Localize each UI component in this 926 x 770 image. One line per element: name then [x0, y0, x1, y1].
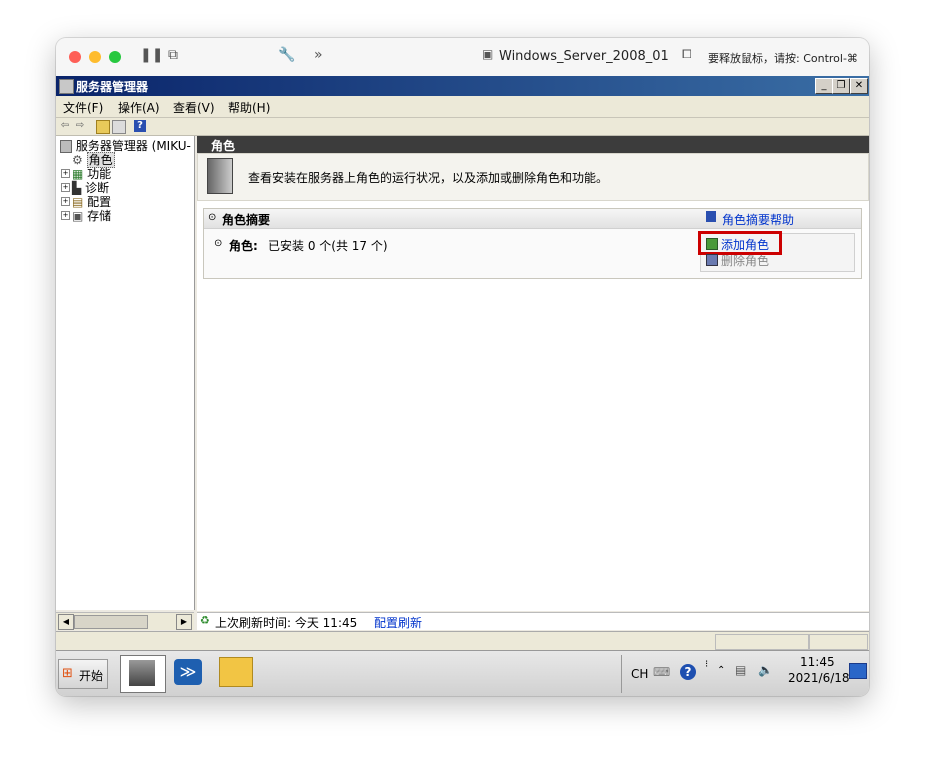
- close-button[interactable]: [69, 51, 81, 63]
- powershell-icon[interactable]: ≫: [174, 659, 202, 685]
- chevrons-right-icon[interactable]: »: [314, 47, 323, 63]
- add-roles-link[interactable]: 添加角色: [721, 236, 769, 253]
- menu-file[interactable]: 文件(F): [63, 99, 103, 116]
- collapse-roles-icon[interactable]: ⊙: [214, 238, 222, 249]
- snapshot-icon[interactable]: ⧉: [168, 47, 178, 63]
- expand-configuration-icon[interactable]: +: [61, 197, 70, 206]
- zoom-button[interactable]: [109, 51, 121, 63]
- wrench-icon[interactable]: 🔧: [278, 47, 295, 63]
- pane-header: 角色: [197, 136, 869, 153]
- remove-roles-link[interactable]: 删除角色: [721, 252, 769, 269]
- menu-help[interactable]: 帮助(H): [228, 99, 270, 116]
- server-manager-icon: [59, 79, 74, 94]
- close-window-button[interactable]: ✕: [850, 78, 868, 94]
- menu-action[interactable]: 操作(A): [118, 99, 160, 116]
- server-manager-window: 服务器管理器 _ ❐ ✕ 文件(F) 操作(A) 查看(V) 帮助(H) ⇦ ⇨…: [56, 76, 869, 696]
- server-roles-icon: [207, 158, 233, 194]
- language-indicator[interactable]: CH: [631, 667, 648, 681]
- roles-status: 已安装 0 个(共 17 个): [268, 239, 388, 253]
- tree-item-storage-label: 存储: [87, 209, 112, 223]
- help-icon[interactable]: ?: [134, 120, 146, 132]
- navigation-tree: 服务器管理器 (MIKU- ⚙ 角色 + ▦ 功能 + ▙ 诊断 + ▤ 配置 …: [56, 136, 195, 610]
- ime-options-icon[interactable]: ⁝: [705, 659, 708, 670]
- up-folder-icon[interactable]: [96, 120, 110, 134]
- collapse-summary-icon[interactable]: ⊙: [208, 212, 216, 223]
- status-panel-2: [809, 634, 868, 650]
- minimize-window-button[interactable]: _: [815, 78, 833, 94]
- release-mouse-hint: 要释放鼠标，请按: Control-⌘: [708, 52, 858, 65]
- roles-summary-title: 角色摘要: [222, 213, 271, 227]
- server-manager-taskbar-icon: [129, 660, 155, 686]
- help-circle-icon[interactable]: ?: [680, 664, 696, 680]
- scroll-right-button[interactable]: ▶: [176, 614, 192, 630]
- show-hide-tree-icon[interactable]: [112, 120, 126, 134]
- taskbar-server-manager[interactable]: [120, 655, 166, 693]
- scroll-thumb[interactable]: [74, 615, 148, 629]
- scroll-left-button[interactable]: ◀: [58, 614, 74, 630]
- show-hidden-icons-icon[interactable]: ⌃: [717, 665, 725, 676]
- roles-description: 查看安装在服务器上角色的运行状况，以及添加或删除角色和功能。: [248, 171, 609, 185]
- vm-title: Windows_Server_2008_01: [499, 49, 669, 64]
- back-arrow-icon[interactable]: ⇦: [59, 120, 71, 132]
- refresh-status-bar: ♻ 上次刷新时间: 今天 11:45 配置刷新: [197, 612, 869, 630]
- keyboard-icon[interactable]: ⌨: [653, 665, 670, 679]
- volume-muted-icon[interactable]: 🔈: [758, 663, 773, 677]
- status-panel-1: [715, 634, 809, 650]
- refresh-icon: ♻: [200, 614, 210, 627]
- menu-view[interactable]: 查看(V): [173, 99, 215, 116]
- menubar: 文件(F) 操作(A) 查看(V) 帮助(H): [56, 96, 869, 118]
- help-book-icon: [706, 211, 716, 222]
- roles-summary-help-link[interactable]: 角色摘要帮助: [722, 211, 794, 228]
- roles-label: 角色:: [229, 239, 258, 253]
- expand-features-icon[interactable]: +: [61, 169, 70, 178]
- configure-refresh-link[interactable]: 配置刷新: [374, 614, 422, 631]
- roles-pane: 角色 查看安装在服务器上角色的运行状况，以及添加或删除角色和功能。 ⊙ 角色摘要…: [197, 136, 869, 611]
- roles-summary-panel: ⊙ 角色摘要 角色摘要帮助 ⊙ 角色: 已安装 0 个(共 17 个) 添加角色…: [203, 208, 862, 279]
- window-title: 服务器管理器: [76, 80, 149, 94]
- add-roles-icon: [706, 238, 718, 250]
- toolbar: ⇦ ⇨ ?: [56, 118, 869, 136]
- pane-header-title: 角色: [211, 139, 236, 153]
- start-button[interactable]: ⊞ 开始: [58, 659, 108, 689]
- explorer-folder-icon[interactable]: [219, 657, 253, 687]
- windows-logo-icon: ⊞: [62, 666, 73, 681]
- remove-roles-icon: [706, 254, 718, 266]
- start-label: 开始: [79, 669, 104, 683]
- mac-titlebar: ❚❚ ⧉ 🔧 » ▣ Windows_Server_2008_01 ⧠ 要释放鼠…: [56, 38, 869, 77]
- copy-icon: ⧠: [682, 47, 692, 61]
- expand-storage-icon[interactable]: +: [61, 211, 70, 220]
- server-icon: [60, 140, 72, 153]
- storage-icon: ▣: [72, 209, 84, 223]
- roles-summary-header: ⊙ 角色摘要 角色摘要帮助: [204, 209, 861, 229]
- restore-window-button[interactable]: ❐: [832, 78, 850, 94]
- clock-time[interactable]: 11:45: [800, 655, 835, 669]
- window-status-bar: [56, 631, 869, 650]
- show-desktop-icon[interactable]: [849, 663, 867, 679]
- last-refresh-text: 上次刷新时间: 今天 11:45: [215, 616, 358, 630]
- window-titlebar: 服务器管理器 _ ❐ ✕: [56, 76, 869, 96]
- tree-horizontal-scrollbar[interactable]: ◀ ▶: [56, 612, 194, 630]
- clock-date[interactable]: 2021/6/18: [788, 671, 850, 685]
- description-area: 查看安装在服务器上角色的运行状况，以及添加或删除角色和功能。: [197, 153, 869, 201]
- vm-window: ❚❚ ⧉ 🔧 » ▣ Windows_Server_2008_01 ⧠ 要释放鼠…: [56, 38, 869, 696]
- tray-divider: [621, 655, 622, 693]
- document-icon: ▣: [482, 47, 494, 61]
- tree-item-storage[interactable]: ▣ 存储: [72, 207, 111, 224]
- network-icon[interactable]: ▤: [735, 663, 746, 677]
- forward-arrow-icon[interactable]: ⇨: [74, 120, 86, 132]
- expand-diagnostics-icon[interactable]: +: [61, 183, 70, 192]
- minimize-button[interactable]: [89, 51, 101, 63]
- taskbar: ⊞ 开始 ≫ CH ⌨ ? ⁝ ⌃ ▤ 🔈 11:45 2021/6/18: [56, 650, 869, 696]
- pause-icon[interactable]: ❚❚: [140, 47, 163, 63]
